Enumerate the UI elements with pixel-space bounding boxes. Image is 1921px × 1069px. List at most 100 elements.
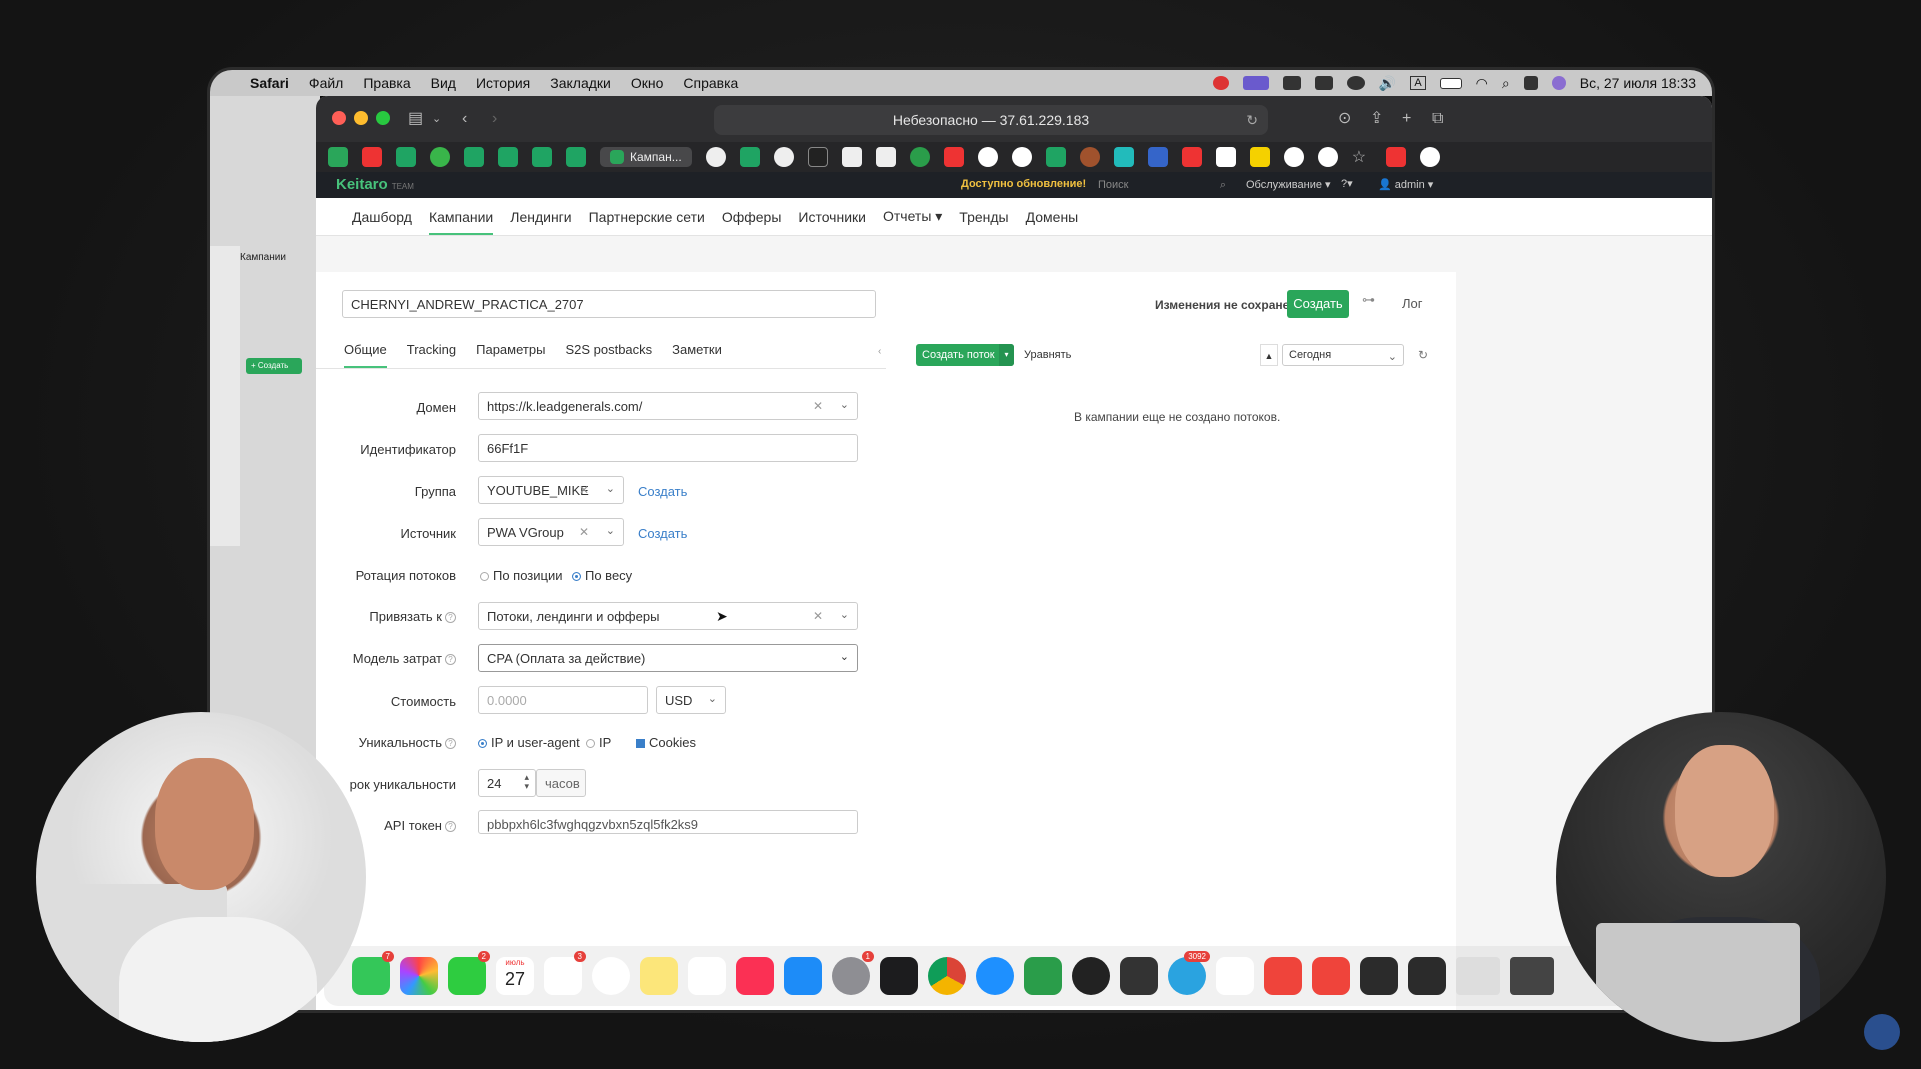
update-available-link[interactable]: Доступно обновление! [961, 178, 1086, 190]
collapse-panel-icon[interactable]: ‹ [878, 346, 881, 357]
minimize-window-button[interactable] [354, 111, 368, 125]
volume-icon[interactable]: 🔊 [1379, 75, 1396, 92]
nav-dashboard[interactable]: Дашборд [352, 209, 412, 225]
record-icon[interactable] [1212, 76, 1229, 90]
create-source-link[interactable]: Создать [638, 526, 687, 541]
music-icon[interactable] [736, 957, 774, 995]
help-icon[interactable]: ?▾ [1341, 177, 1353, 190]
messages-icon[interactable]: 7 [352, 951, 394, 995]
app-icon[interactable] [1408, 957, 1446, 995]
menu-file[interactable]: Файл [309, 75, 343, 91]
google-tab-icon[interactable] [1317, 147, 1338, 167]
share-icon[interactable]: ⇪ [1370, 110, 1388, 128]
menu-window[interactable]: Окно [631, 75, 664, 91]
admin-menu[interactable]: 👤 admin ▾ [1378, 178, 1433, 191]
openai-tab-icon[interactable] [705, 147, 726, 167]
nav-domains[interactable]: Домены [1026, 209, 1079, 225]
tab-campaign[interactable]: Кампан... [600, 147, 692, 167]
youtube-tab-icon[interactable] [362, 147, 382, 167]
keyboard-input-icon[interactable]: A [1410, 76, 1426, 90]
nav-trends[interactable]: Тренды [959, 209, 1008, 225]
close-window-button[interactable] [332, 111, 346, 125]
safari-icon[interactable] [976, 957, 1014, 995]
search-icon[interactable]: ⌕ [1502, 75, 1510, 92]
cost-input[interactable]: 0.0000 [478, 686, 648, 714]
nav-affiliate-networks[interactable]: Партнерские сети [589, 209, 705, 225]
control-center-icon[interactable] [1523, 76, 1538, 90]
sidebar-toggle-icon[interactable]: ▤ [408, 110, 426, 128]
link-icon[interactable]: ⊶ [1362, 292, 1380, 316]
equalize-button[interactable]: Уравнять [1024, 344, 1071, 366]
sheets-tab-icon[interactable] [498, 147, 518, 167]
sheets-tab-icon[interactable] [464, 147, 484, 167]
signal-icon[interactable] [1314, 76, 1333, 90]
help-icon[interactable]: ? [445, 738, 456, 750]
tab-general[interactable]: Общие [344, 342, 387, 368]
chrome-icon[interactable] [928, 957, 966, 995]
global-search-input[interactable]: Поиск ⌕ [1092, 174, 1232, 196]
cost-model-select[interactable]: CPA (Оплата за действие) ⌄ [478, 644, 858, 672]
sheets-tab-icon[interactable] [1045, 147, 1066, 167]
anydesk-icon[interactable] [1312, 957, 1350, 995]
rotation-by-position-radio[interactable]: По позиции [480, 568, 563, 583]
notes-icon[interactable] [640, 957, 678, 995]
tab-icon[interactable] [430, 147, 450, 167]
reminders-icon[interactable]: 3 [544, 951, 586, 995]
anydesk-icon[interactable] [1264, 957, 1302, 995]
google-tab-icon[interactable] [1283, 147, 1304, 167]
window-preview-icon[interactable] [1456, 957, 1500, 995]
chevron-down-icon[interactable]: ⌄ [606, 482, 615, 495]
nav-reports[interactable]: Отчеты ▾ [883, 208, 942, 225]
group-select[interactable]: YOUTUBE_MIKE ✕ ⌄ [478, 476, 624, 504]
api-token-input[interactable]: pbbpxh6lc3fwghqgzvbxn5zql5fk2ks9 [478, 810, 858, 834]
log-button[interactable]: Лог [1402, 296, 1423, 311]
leaf-app-icon[interactable] [1024, 957, 1062, 995]
tabs-overview-icon[interactable]: ⧉ [1432, 110, 1450, 128]
identifier-input[interactable]: 66Ff1F [478, 434, 858, 462]
rotation-by-weight-radio[interactable]: По весу [572, 568, 632, 583]
obs-icon[interactable] [1072, 957, 1110, 995]
battery-icon[interactable] [1439, 77, 1462, 89]
tab-s2s-postbacks[interactable]: S2S postbacks [565, 342, 652, 368]
siri-icon[interactable] [1551, 76, 1566, 90]
chevron-down-icon[interactable]: ⌄ [606, 524, 615, 537]
help-icon[interactable]: ? [445, 821, 456, 833]
menubar-clock[interactable]: Вс, 27 июля 18:33 [1580, 75, 1696, 91]
clear-icon[interactable]: ✕ [813, 399, 823, 413]
menubar-app-name[interactable]: Safari [250, 75, 289, 91]
clear-icon[interactable]: ✕ [579, 525, 589, 539]
zoom-window-button[interactable] [376, 111, 390, 125]
leaf-tab-icon[interactable] [909, 147, 930, 167]
openai-tab-icon[interactable] [773, 147, 794, 167]
stats-icon[interactable] [1216, 957, 1254, 995]
menu-help[interactable]: Справка [683, 75, 738, 91]
new-tab-icon[interactable]: + [1402, 110, 1420, 128]
menu-view[interactable]: Вид [431, 75, 456, 91]
reload-icon[interactable]: ↻ [1246, 105, 1258, 135]
create-button[interactable]: Создать [1287, 290, 1349, 318]
menu-edit[interactable]: Правка [363, 75, 410, 91]
window-preview-icon[interactable] [1510, 957, 1554, 995]
uniqueness-term-input[interactable]: 24 ▴ ▾ [478, 769, 536, 797]
downloads-icon[interactable]: ⊙ [1338, 110, 1356, 128]
play-icon[interactable] [1346, 76, 1365, 90]
address-bar[interactable]: Небезопасно — 37.61.229.183 ↻ [714, 105, 1268, 135]
collapse-up-icon[interactable]: ▲ [1260, 344, 1278, 366]
wifi-icon[interactable]: ◠ [1476, 75, 1488, 92]
chevron-down-icon[interactable]: ⌄ [840, 398, 849, 411]
keitaro-tab-icon[interactable] [328, 147, 348, 167]
terminal-icon[interactable] [880, 957, 918, 995]
cookies-checkbox[interactable]: Cookies [636, 735, 696, 750]
domain-select[interactable]: https://k.leadgenerals.com/ ✕ ⌄ [478, 392, 858, 420]
help-icon[interactable]: ? [445, 654, 456, 666]
settings-icon[interactable]: 1 [832, 951, 874, 995]
refresh-icon[interactable]: ↻ [1414, 344, 1432, 366]
tab-icon[interactable] [1113, 147, 1134, 167]
tab-icon[interactable] [1215, 147, 1236, 167]
sheets-tab-icon[interactable] [396, 147, 416, 167]
back-icon[interactable]: ‹ [462, 110, 480, 128]
chevron-down-icon[interactable]: ⌄ [432, 110, 450, 128]
chevron-down-icon[interactable]: ⌄ [708, 692, 717, 705]
campaign-name-input[interactable]: CHERNYI_ANDREW_PRACTICA_2707 [342, 290, 876, 318]
freeform-icon[interactable] [688, 957, 726, 995]
